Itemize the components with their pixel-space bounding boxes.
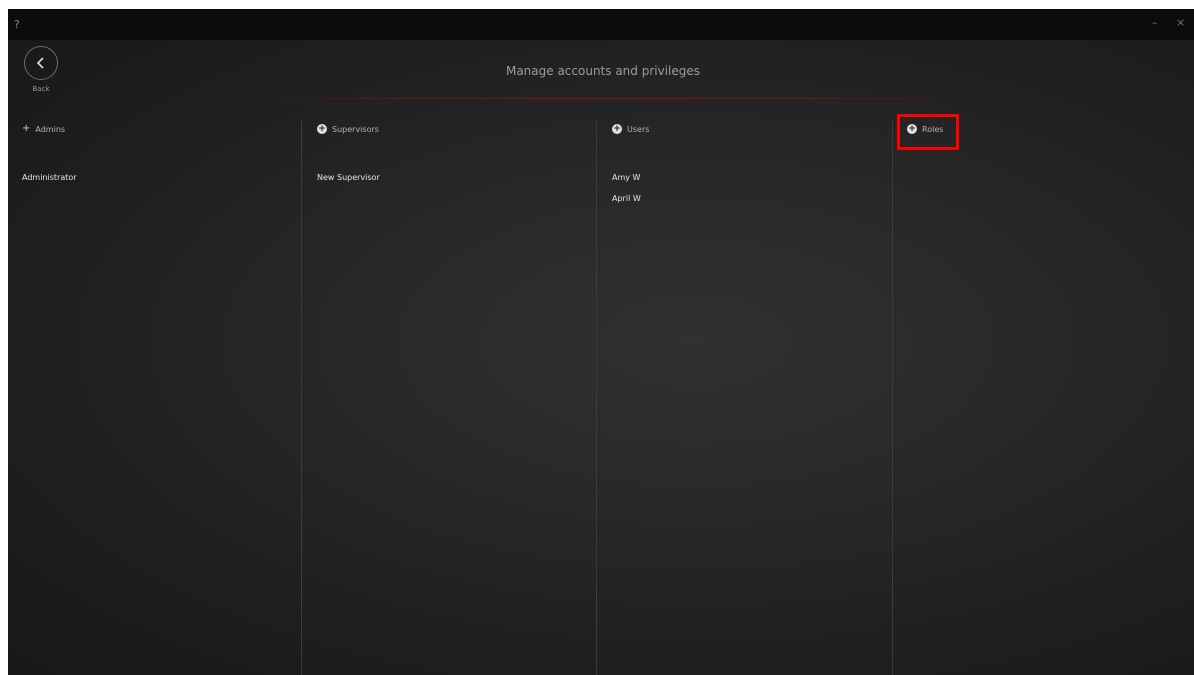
roles-column: + Roles (893, 119, 1188, 675)
plus-circle-icon: + (317, 124, 327, 134)
page-title: Manage accounts and privileges (505, 64, 701, 78)
column-divider (596, 119, 597, 675)
title-divider (268, 98, 968, 99)
title-bar: ? – × (8, 9, 1194, 40)
users-list: Amy W April W (612, 173, 641, 215)
highlight-box (897, 114, 959, 150)
list-item-administrator[interactable]: Administrator (22, 173, 77, 194)
close-button[interactable]: × (1176, 16, 1185, 29)
help-icon[interactable]: ? (14, 18, 20, 31)
supervisors-header-label: Supervisors (332, 124, 379, 134)
admins-header-label: Admins (35, 124, 66, 134)
supervisors-column: + Supervisors New Supervisor (303, 119, 598, 675)
add-supervisor-button[interactable]: + Supervisors (317, 124, 379, 134)
supervisors-list: New Supervisor (317, 173, 380, 194)
app-window: ? – × Back Manage accounts and privilege… (8, 9, 1194, 675)
users-header-label: Users (627, 124, 650, 134)
admins-column: + Admins Administrator (8, 119, 303, 675)
list-item-amy-w[interactable]: Amy W (612, 173, 641, 194)
add-admin-button[interactable]: + Admins (22, 124, 65, 134)
users-column: + Users Amy W April W (598, 119, 893, 675)
list-item-new-supervisor[interactable]: New Supervisor (317, 173, 380, 194)
column-divider (301, 119, 302, 675)
minimize-button[interactable]: – (1152, 16, 1158, 29)
plus-icon: + (22, 123, 31, 134)
add-user-button[interactable]: + Users (612, 124, 649, 134)
list-item-april-w[interactable]: April W (612, 194, 641, 215)
admins-list: Administrator (22, 173, 77, 194)
plus-circle-icon: + (612, 124, 622, 134)
back-label: Back (32, 85, 50, 93)
